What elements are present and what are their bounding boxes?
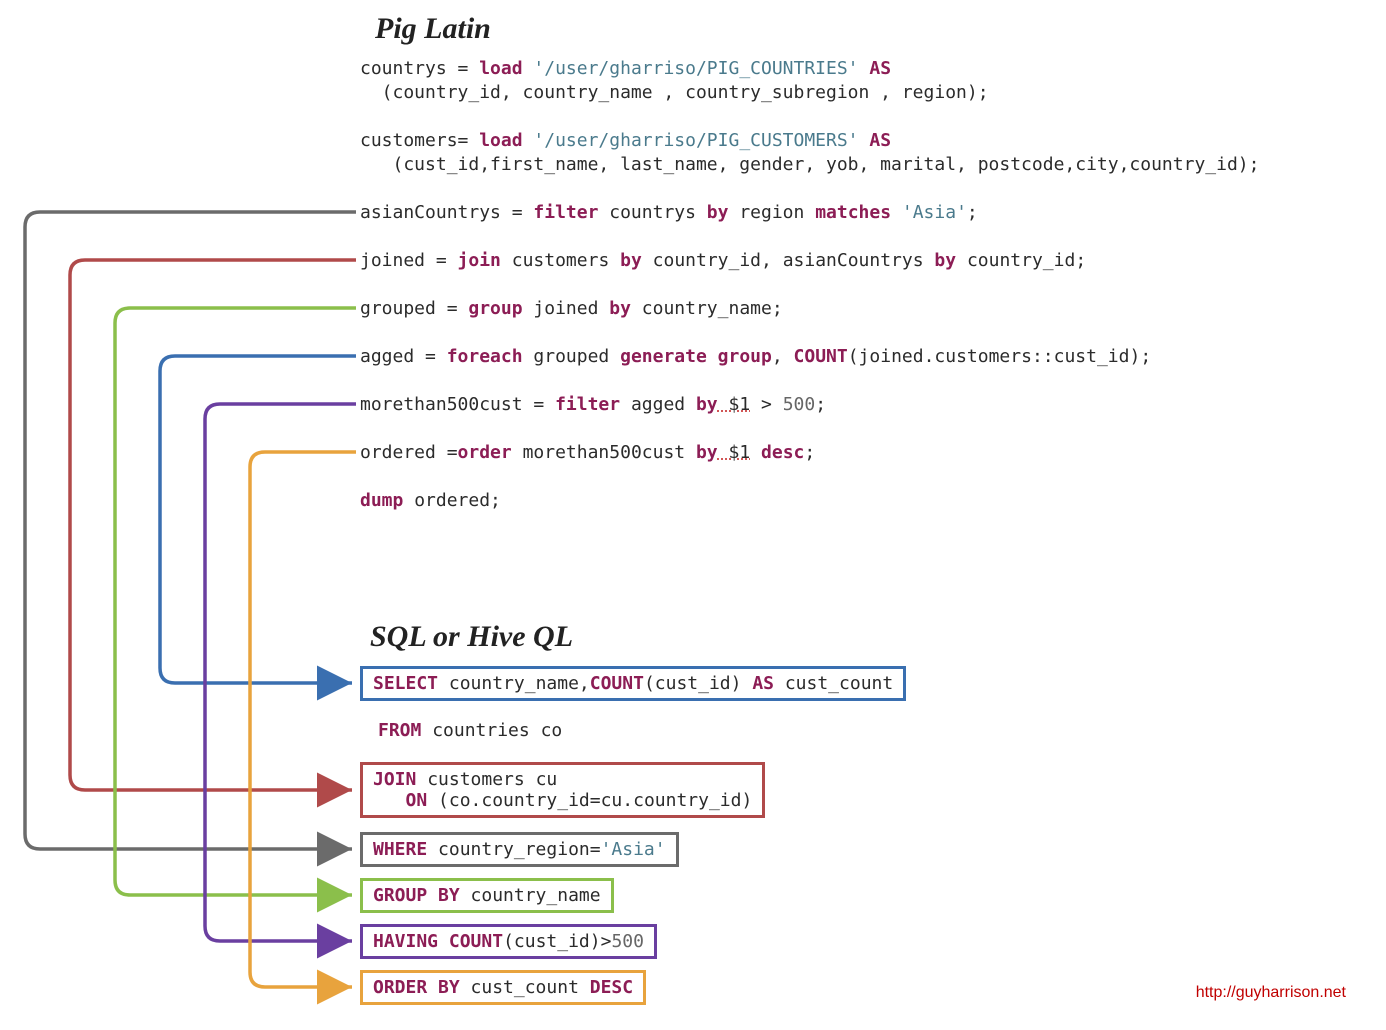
arrow-order-to-orderby bbox=[250, 452, 356, 987]
pig-line-order: ordered =order morethan500cust by $1 des… bbox=[360, 442, 815, 463]
arrow-foreach-to-select bbox=[160, 356, 356, 683]
footer-link[interactable]: http://guyharrison.net bbox=[1196, 984, 1346, 1002]
pig-line-2: (country_id, country_name , country_subr… bbox=[360, 82, 989, 103]
sql-box-having: HAVING COUNT(cust_id)>500 bbox=[360, 924, 657, 959]
arrow-filter-to-where bbox=[25, 212, 356, 849]
sql-box-order: ORDER BY cust_count DESC bbox=[360, 970, 646, 1005]
sql-box-where: WHERE country_region='Asia' bbox=[360, 832, 679, 867]
pig-line-4: (cust_id,first_name, last_name, gender, … bbox=[360, 154, 1259, 175]
arrow-join-to-join bbox=[70, 260, 356, 790]
arrow-filter2-to-having bbox=[205, 404, 356, 941]
arrow-group-to-groupby bbox=[115, 308, 356, 895]
sql-box-group: GROUP BY country_name bbox=[360, 878, 614, 913]
pig-line-group: grouped = group joined by country_name; bbox=[360, 298, 783, 319]
sql-box-select: SELECT country_name,COUNT(cust_id) AS cu… bbox=[360, 666, 906, 701]
sql-box-join: JOIN customers cu ON (co.country_id=cu.c… bbox=[360, 762, 765, 818]
pig-line-1: countrys = load '/user/gharriso/PIG_COUN… bbox=[360, 58, 891, 79]
pig-line-join: joined = join customers by country_id, a… bbox=[360, 250, 1086, 271]
heading-sql: SQL or Hive QL bbox=[370, 620, 573, 654]
sql-from: FROM countries co bbox=[378, 720, 562, 741]
heading-pig: Pig Latin bbox=[375, 12, 491, 46]
pig-line-filter: asianCountrys = filter countrys by regio… bbox=[360, 202, 978, 223]
pig-line-dump: dump ordered; bbox=[360, 490, 501, 511]
pig-line-3: customers= load '/user/gharriso/PIG_CUST… bbox=[360, 130, 891, 151]
pig-line-foreach: agged = foreach grouped generate group, … bbox=[360, 346, 1151, 367]
pig-line-having: morethan500cust = filter agged by $1 > 5… bbox=[360, 394, 826, 415]
